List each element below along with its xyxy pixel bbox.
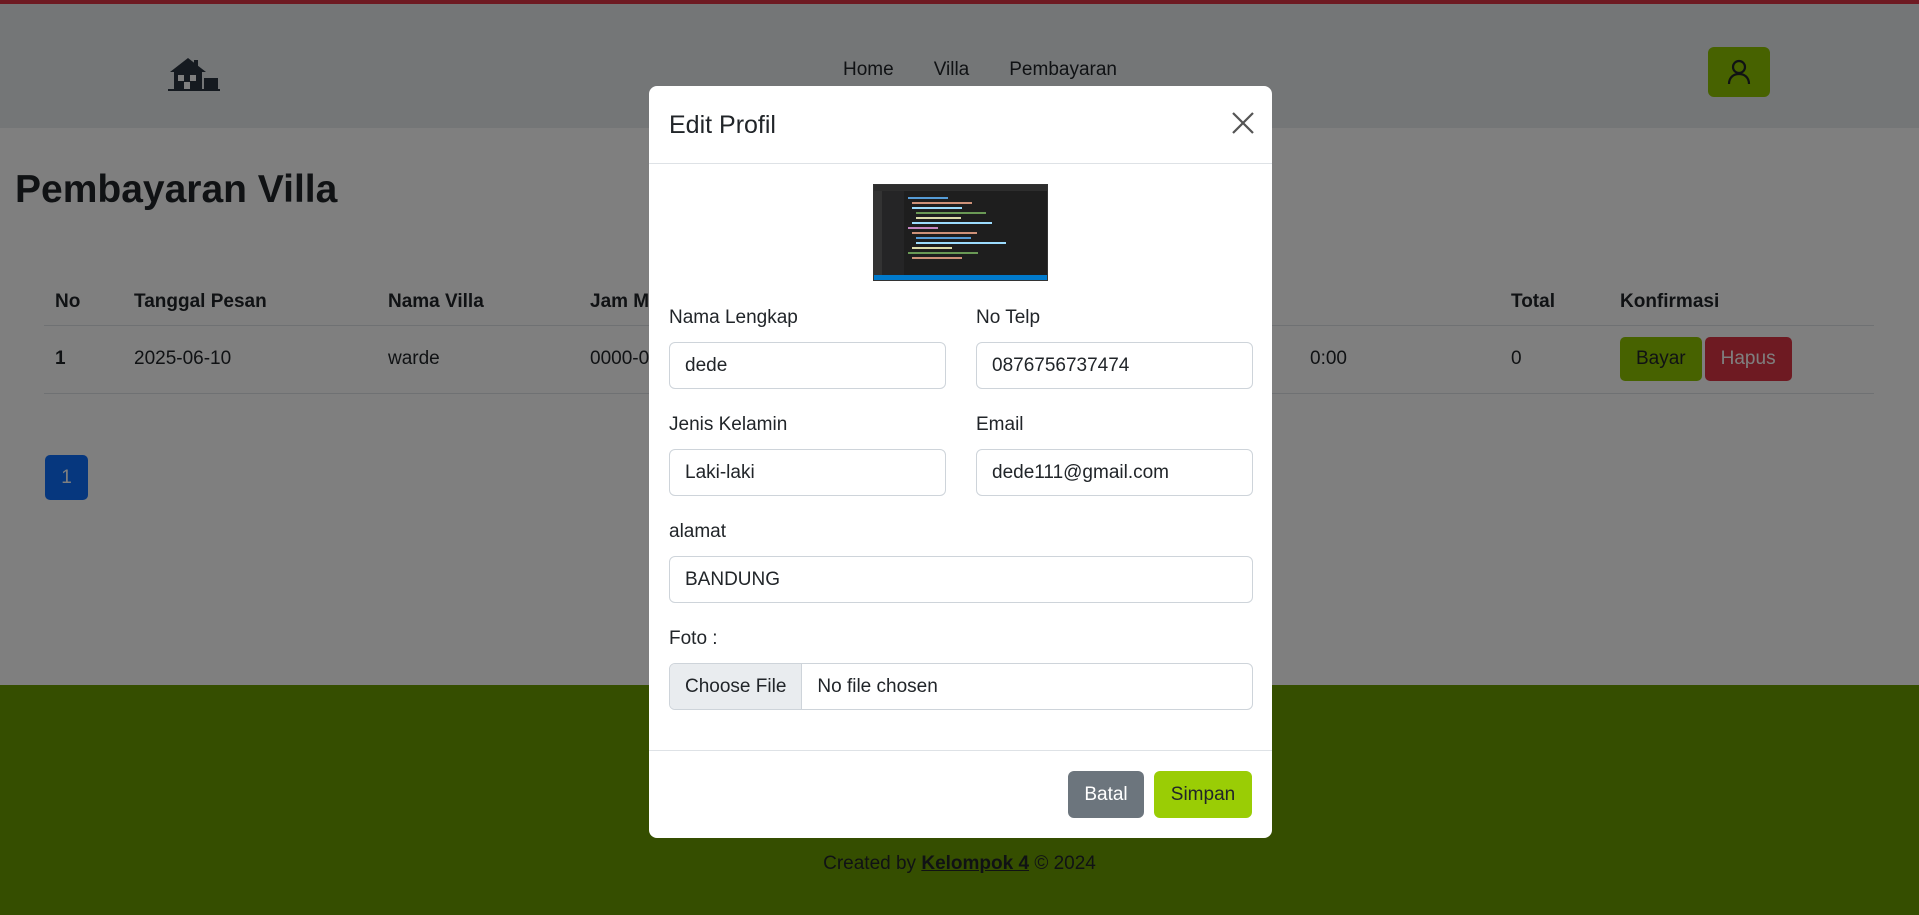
simpan-button[interactable]: Simpan [1154, 771, 1252, 818]
jenis-kelamin-label: Jenis Kelamin [669, 414, 788, 435]
telp-label: No Telp [976, 307, 1041, 328]
edit-profile-modal: Edit Profil Nama Lengkap dede No Telp 08… [649, 86, 1272, 838]
nama-label: Nama Lengkap [669, 307, 798, 328]
email-input[interactable]: dede111@gmail.com [976, 449, 1253, 496]
telp-input[interactable]: 0876756737474 [976, 342, 1253, 389]
close-icon[interactable] [1230, 110, 1256, 136]
alamat-input[interactable]: BANDUNG [669, 556, 1253, 603]
batal-button[interactable]: Batal [1068, 771, 1144, 818]
choose-file-button[interactable]: Choose File [670, 664, 803, 709]
modal-header: Edit Profil [649, 86, 1272, 164]
foto-file-input[interactable]: Choose File No file chosen [669, 663, 1253, 710]
profile-photo-preview [873, 184, 1048, 281]
modal-footer: Batal Simpan [649, 750, 1272, 838]
nama-input[interactable]: dede [669, 342, 946, 389]
file-name-text: No file chosen [817, 675, 938, 697]
jenis-kelamin-input[interactable]: Laki-laki [669, 449, 946, 496]
modal-title: Edit Profil [669, 111, 776, 139]
email-label: Email [976, 414, 1024, 435]
alamat-label: alamat [669, 521, 727, 542]
foto-label: Foto : [669, 628, 718, 649]
